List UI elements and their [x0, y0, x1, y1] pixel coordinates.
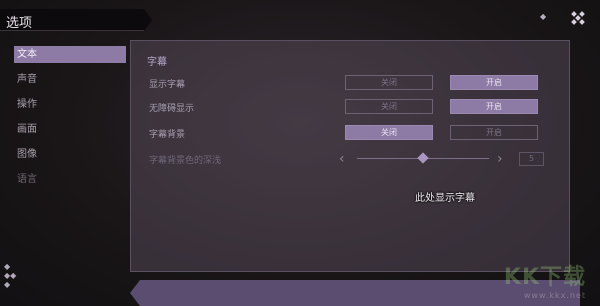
row-label-show-subtitles: 显示字幕 — [149, 80, 186, 90]
sidebar-item-controls[interactable]: 操作 — [14, 96, 126, 113]
chevron-left-icon[interactable]: ‹ — [339, 151, 349, 167]
diamond-cluster-icon: ◆ ◆◆ ◆ — [4, 262, 17, 289]
watermark-url: www.kkx.net — [523, 291, 586, 300]
menu-dots-icon[interactable] — [571, 11, 588, 28]
sidebar-item-text[interactable]: 文本 — [14, 46, 126, 63]
watermark-text: KK下载 — [503, 265, 586, 290]
row-label-accessible-display: 无障碍显示 — [149, 104, 195, 114]
background-opacity-slider[interactable]: ‹ › 5 — [339, 151, 549, 167]
row-label-background-opacity: 字幕背景色的深浅 — [149, 156, 222, 166]
subtitle-preview: 此处显示字幕 — [415, 193, 475, 204]
sidebar-item-graphics[interactable]: 图像 — [14, 146, 126, 163]
subtitle-background-off-button[interactable]: 关闭 — [345, 125, 433, 140]
sidebar-item-language[interactable]: 语言 — [14, 171, 126, 188]
sidebar-nav: 文本 声音 操作 画面 图像 语言 — [14, 46, 126, 196]
show-subtitles-on-button[interactable]: 开启 — [450, 75, 538, 90]
sidebar-item-sound[interactable]: 声音 — [14, 71, 126, 88]
settings-panel: 字幕 显示字幕 关闭 开启 无障碍显示 关闭 开启 字幕背景 关闭 开启 字幕背… — [130, 40, 570, 272]
diamond-icon: ◆ — [540, 12, 547, 21]
watermark-logo: KK下载 www.kkx.net — [504, 259, 586, 300]
show-subtitles-off-button[interactable]: 关闭 — [345, 75, 433, 90]
subtitle-background-on-button[interactable]: 开启 — [450, 125, 538, 140]
sidebar-item-display[interactable]: 画面 — [14, 121, 126, 138]
slider-value: 5 — [519, 152, 544, 166]
section-title: 字幕 — [147, 57, 167, 68]
chevron-right-icon[interactable]: › — [497, 151, 507, 167]
title-bar: 选项 — [0, 9, 152, 31]
slider-thumb[interactable] — [417, 152, 429, 164]
accessible-display-off-button[interactable]: 关闭 — [345, 99, 433, 114]
accessible-display-on-button[interactable]: 开启 — [450, 99, 538, 114]
window-title: 选项 — [6, 16, 33, 31]
row-label-subtitle-background: 字幕背景 — [149, 130, 186, 140]
